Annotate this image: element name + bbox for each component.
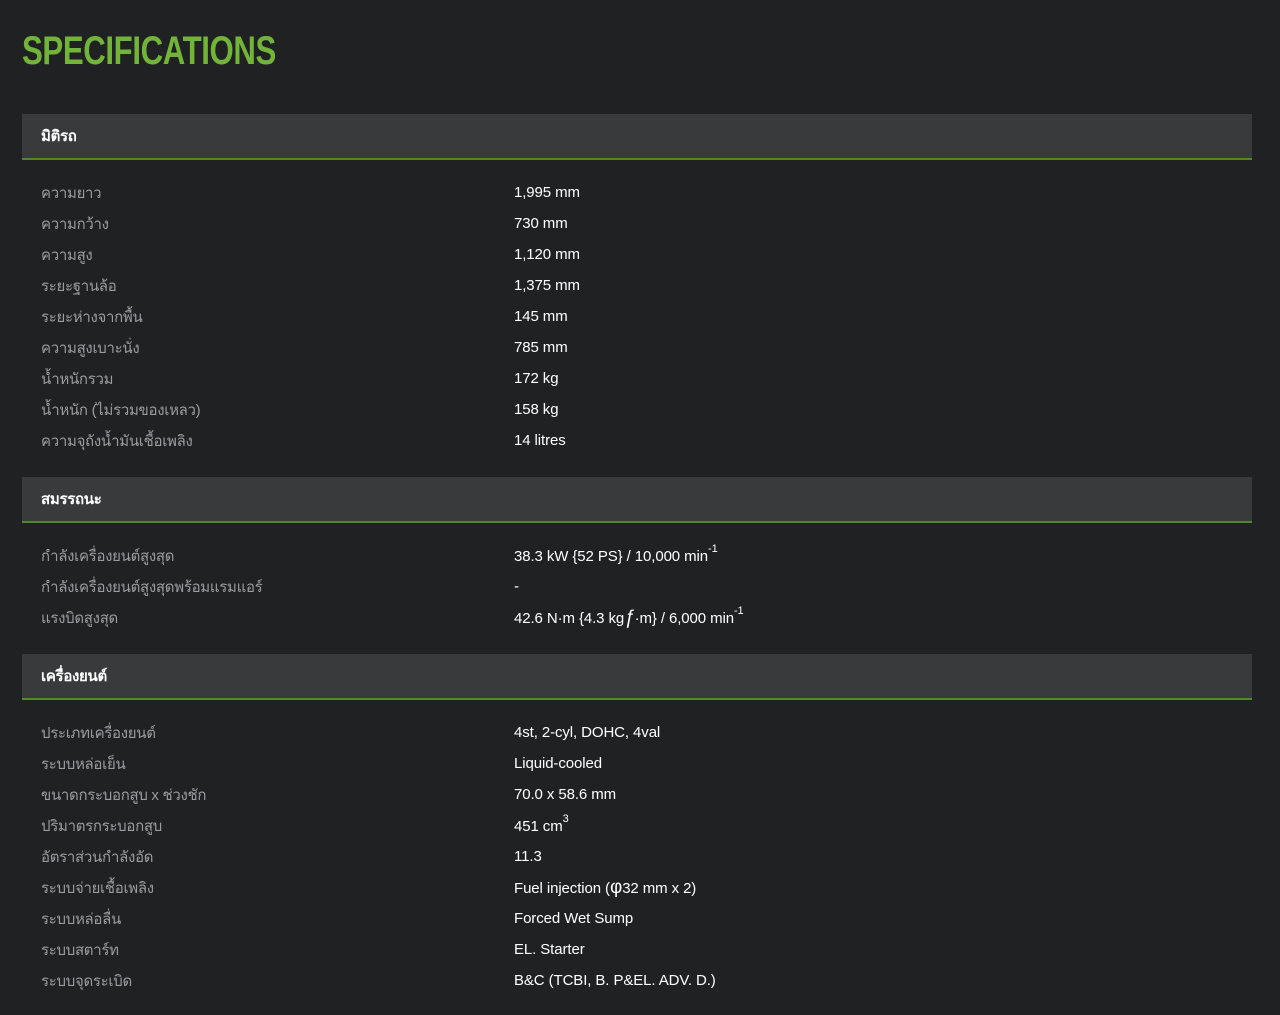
spec-value: 1,995 mm [514,184,580,201]
spec-label: อัตราส่วนกำลังอัด [41,848,154,866]
spec-row-lubrication: ระบบหล่อลื่น Forced Wet Sump [22,903,1252,934]
spec-value: 11.3 [514,848,542,865]
section-title: สมรรถนะ [41,491,102,508]
spec-list: ความยาว 1,995 mm ความกว้าง 730 mm ความสูง 1… [22,160,1252,456]
spec-value: 785 mm [514,339,568,356]
spec-value: Forced Wet Sump [514,910,634,927]
spec-row-max-power-ram-air: กำลังเครื่องยนต์สูงสุดพร้อมแรมแอร์ - [22,571,1252,602]
spec-value-text: 451 cm [514,818,563,835]
spec-value: B&C (TCBI, B. P&EL. ADV. D.) [514,972,716,989]
spec-label: ขนาดกระบอกสูบ x ช่วงชัก [41,786,207,804]
spec-row-curb-mass: น้ำหนักรวม 172 kg [22,363,1252,394]
spec-row-height: ความสูง 1,120 mm [22,239,1252,270]
spec-label: ความสูง [41,246,93,264]
spec-label: ระบบสตาร์ท [41,941,119,959]
spec-row-bore-stroke: ขนาดกระบอกสูบ x ช่วงชัก 70.0 x 58.6 mm [22,779,1252,810]
spec-label: ระยะฐานล้อ [41,277,117,295]
spec-value: 70.0 x 58.6 mm [514,786,616,803]
spec-label: กำลังเครื่องยนต์สูงสุด [41,547,175,565]
section-title: มิติรถ [41,128,77,145]
spec-value: EL. Starter [514,941,585,958]
spec-value: Fuel injection (φ32 mm x 2) [514,877,696,899]
spec-row-length: ความยาว 1,995 mm [22,177,1252,208]
diameter-symbol: φ [609,876,623,898]
spec-row-fuel-capacity: ความจุถังน้ำมันเชื้อเพลิง 14 litres [22,425,1252,456]
spec-value: 4st, 2-cyl, DOHC, 4val [514,724,661,741]
spec-label: น้ำหนัก (ไม่รวมของเหลว) [41,401,201,419]
spec-label: ความกว้าง [41,215,109,233]
spec-value-text: ·m} / 6,000 min [634,609,734,627]
spec-row-compression-ratio: อัตราส่วนกำลังอัด 11.3 [22,841,1252,872]
spec-row-dry-mass: น้ำหนัก (ไม่รวมของเหลว) 158 kg [22,394,1252,425]
spec-row-cooling: ระบบหล่อเย็น Liquid-cooled [22,748,1252,779]
spec-value: 145 mm [514,308,568,325]
spec-value-superscript: -1 [708,543,718,555]
spec-value-text: 38.3 kW {52 PS} / 10,000 min [514,548,708,565]
spec-row-width: ความกว้าง 730 mm [22,208,1252,239]
spec-row-max-torque: แรงบิดสูงสุด 42.6 N·m {4.3 kgƒ·m} / 6,00… [22,602,1252,633]
spec-label: ระบบหล่อเย็น [41,755,126,773]
spec-value-superscript: 3 [562,813,569,825]
kgf-symbol: ƒ [624,606,635,628]
spec-label: กำลังเครื่องยนต์สูงสุดพร้อมแรมแอร์ [41,578,263,596]
spec-page: SPECIFICATIONS มิติรถ ความยาว 1,995 mm คว… [0,0,1280,1015]
spec-value: Liquid-cooled [514,755,602,772]
spec-value: 1,120 mm [514,246,580,263]
spec-value-text: Fuel injection ( [514,879,610,897]
spec-row-seat-height: ความสูงเบาะนั่ง 785 mm [22,332,1252,363]
spec-value: 1,375 mm [514,277,580,294]
spec-label: ความจุถังน้ำมันเชื้อเพลิง [41,432,193,450]
page-title: SPECIFICATIONS [22,29,276,73]
spec-row-ground-clearance: ระยะห่างจากพื้น 145 mm [22,301,1252,332]
spec-value-text: 32 mm x 2) [622,879,697,897]
spec-value: 158 kg [514,401,559,418]
spec-label: ความสูงเบาะนั่ง [41,339,140,357]
section-header: มิติรถ [22,114,1252,160]
spec-label: ปริมาตรกระบอกสูบ [41,817,162,835]
spec-list: ประเภทเครื่องยนต์ 4st, 2-cyl, DOHC, 4val … [22,700,1252,996]
spec-value: 42.6 N·m {4.3 kgƒ·m} / 6,000 min-1 [514,604,744,629]
spec-label: ระบบจุดระเบิด [41,972,132,990]
spec-row-max-power: กำลังเครื่องยนต์สูงสุด 38.3 kW {52 PS} /… [22,540,1252,571]
spec-row-fuel-system: ระบบจ่ายเชื้อเพลิง Fuel injection (φ32 m… [22,872,1252,903]
spec-value: 14 litres [514,432,566,449]
section-performance: สมรรถนะ กำลังเครื่องยนต์สูงสุด 38.3 kW {… [22,477,1252,633]
spec-value: 38.3 kW {52 PS} / 10,000 min-1 [514,543,718,565]
spec-list: กำลังเครื่องยนต์สูงสุด 38.3 kW {52 PS} /… [22,523,1252,633]
section-title: เครื่องยนต์ [41,668,107,685]
spec-label: ประเภทเครื่องยนต์ [41,724,156,742]
spec-row-engine-type: ประเภทเครื่องยนต์ 4st, 2-cyl, DOHC, 4val [22,717,1252,748]
spec-label: ระบบจ่ายเชื้อเพลิง [41,879,154,897]
spec-label: ระบบหล่อลื่น [41,910,121,928]
spec-value: 172 kg [514,370,559,387]
spec-value-superscript: -1 [733,604,744,617]
spec-row-starting-system: ระบบสตาร์ท EL. Starter [22,934,1252,965]
spec-row-ignition: ระบบจุดระเบิด B&C (TCBI, B. P&EL. ADV. D.… [22,965,1252,996]
section-dimensions: มิติรถ ความยาว 1,995 mm ความกว้าง 730 mm ค… [22,114,1252,456]
spec-value-text: 42.6 N·m {4.3 kg [514,609,625,627]
spec-label: แรงบิดสูงสุด [41,609,118,627]
section-header: สมรรถนะ [22,477,1252,523]
spec-label: ระยะห่างจากพื้น [41,308,143,326]
spec-row-displacement: ปริมาตรกระบอกสูบ 451 cm3 [22,810,1252,841]
section-header: เครื่องยนต์ [22,654,1252,700]
spec-label: ความยาว [41,184,102,202]
spec-label: น้ำหนักรวม [41,370,114,388]
spec-value: - [514,578,519,595]
spec-value: 451 cm3 [514,813,569,835]
spec-row-wheelbase: ระยะฐานล้อ 1,375 mm [22,270,1252,301]
section-engine: เครื่องยนต์ ประเภทเครื่องยนต์ 4st, 2-cyl,… [22,654,1252,996]
spec-value: 730 mm [514,215,568,232]
